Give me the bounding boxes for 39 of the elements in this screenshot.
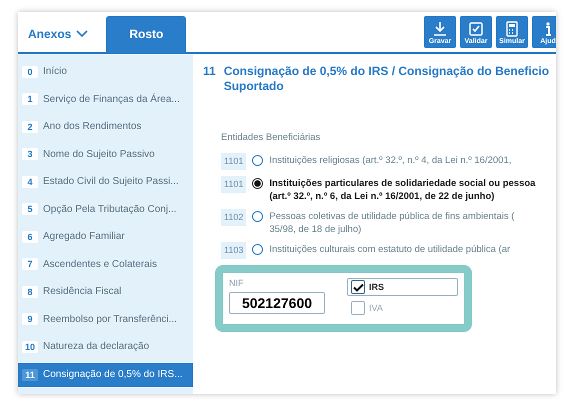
option-label: Instituições particulares de solidariedade social ou pessoa (art.º 32.º, n.º 6, da Lei n.º 16/2001, de 22 de junho)	[269, 177, 536, 203]
checkbox-row[interactable]: IVA	[347, 299, 458, 317]
sidebar-item[interactable]: 3 Nome do Sujeito Passivo	[18, 140, 193, 168]
checkbox-row[interactable]: IRS	[347, 278, 458, 296]
chevron-down-icon	[76, 30, 88, 38]
option-label: Instituições culturais com estatuto de utilidade pública (ar	[269, 243, 510, 256]
option-code: 1102	[221, 209, 246, 226]
group-label: Entidades Beneficiárias	[221, 132, 322, 143]
checkbox[interactable]	[351, 301, 365, 315]
sidebar-item[interactable]: 10 Natureza da declaração	[18, 333, 193, 360]
annexes-menu[interactable]: Anexos	[18, 16, 96, 52]
sidebar-item[interactable]: 0 Início	[18, 58, 193, 86]
sidebar-item[interactable]: 5 Opção Pela Tributação Conj...	[18, 196, 193, 223]
radio-button[interactable]	[252, 244, 264, 255]
checkbox-icon	[468, 21, 484, 37]
sidebar-item[interactable]: 8 Residência Fiscal	[18, 278, 193, 306]
sidebar-item[interactable]: 1 Serviço de Finanças da Área...	[18, 86, 193, 113]
sidebar-item[interactable]: 4 Estado Civil do Sujeito Passi...	[18, 168, 193, 196]
download-icon	[432, 21, 448, 37]
option-code: 1101	[221, 176, 246, 193]
section-title: Consignação de 0,5% do IRS / Consignação do Beneficio Suportado	[224, 64, 550, 94]
sidebar-item[interactable]: 6 Agregado Familiar	[18, 223, 193, 250]
radio-button[interactable]	[252, 211, 264, 222]
sidebar-item[interactable]: 7 Ascendentes e Colaterais	[18, 250, 193, 278]
radio-button[interactable]	[252, 155, 264, 166]
option-label: Pessoas coletivas de utilidade pública de fins ambientais ( 35/98, de 18 de julho)	[269, 210, 514, 236]
sidebar-item[interactable]: 9 Reembolso por Transferênci...	[18, 306, 193, 333]
sidebar-item[interactable]: 11 Consignação de 0,5% do IRS...	[18, 362, 193, 386]
field-label: NIF	[229, 278, 244, 288]
section-number: 11	[203, 64, 216, 80]
calculator-icon	[504, 21, 520, 37]
checkbox[interactable]	[351, 280, 365, 294]
tab[interactable]: Rosto	[106, 16, 186, 52]
radio-button[interactable]	[252, 178, 264, 189]
sidebar-item[interactable]: 2 Ano dos Rendimentos	[18, 113, 193, 140]
option-label: Instituições religiosas (art.º 32.º, n.º 4, da Lei n.º 16/2001,	[269, 154, 512, 167]
option-code: 1103	[221, 242, 246, 259]
nif-field[interactable]: 502127600	[229, 292, 325, 314]
option-code: 1101	[221, 153, 246, 170]
